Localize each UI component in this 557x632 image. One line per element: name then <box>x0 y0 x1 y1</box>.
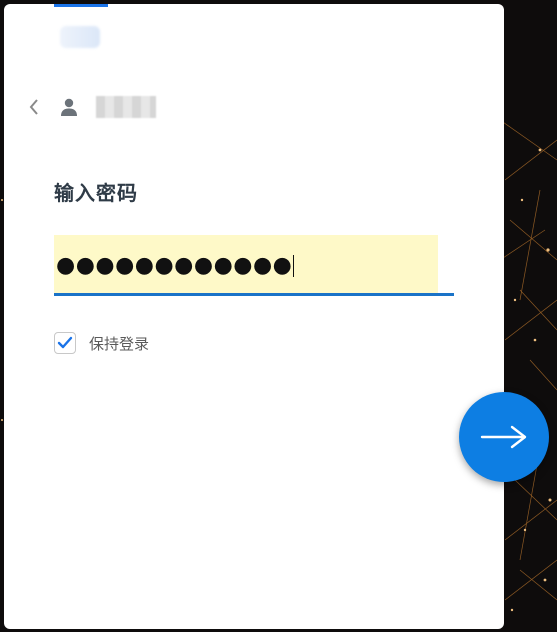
password-field-underline <box>54 293 454 296</box>
next-button[interactable] <box>459 392 549 482</box>
keep-signed-in-checkbox[interactable] <box>54 332 76 354</box>
keep-signed-in-label: 保持登录 <box>89 334 150 353</box>
check-icon <box>57 336 73 349</box>
top-accent-bar <box>54 4 108 7</box>
username-redacted <box>96 96 156 118</box>
logo <box>60 26 100 48</box>
password-value[interactable]: ●●●●●●●●●●●● <box>56 253 295 278</box>
screen: 输入密码 ●●●●●●●●●●●● 保持登录 <box>0 0 557 632</box>
back-button[interactable] <box>24 96 44 118</box>
login-card: 输入密码 ●●●●●●●●●●●● 保持登录 <box>4 4 504 629</box>
text-caret <box>293 255 295 277</box>
password-masked-text: ●●●●●●●●●●●● <box>56 253 293 278</box>
page-title: 输入密码 <box>54 181 138 205</box>
user-icon <box>61 98 77 116</box>
chevron-left-icon <box>29 99 38 115</box>
arrow-right-icon <box>480 425 527 449</box>
keep-signed-in-option[interactable]: 保持登录 <box>54 331 149 355</box>
